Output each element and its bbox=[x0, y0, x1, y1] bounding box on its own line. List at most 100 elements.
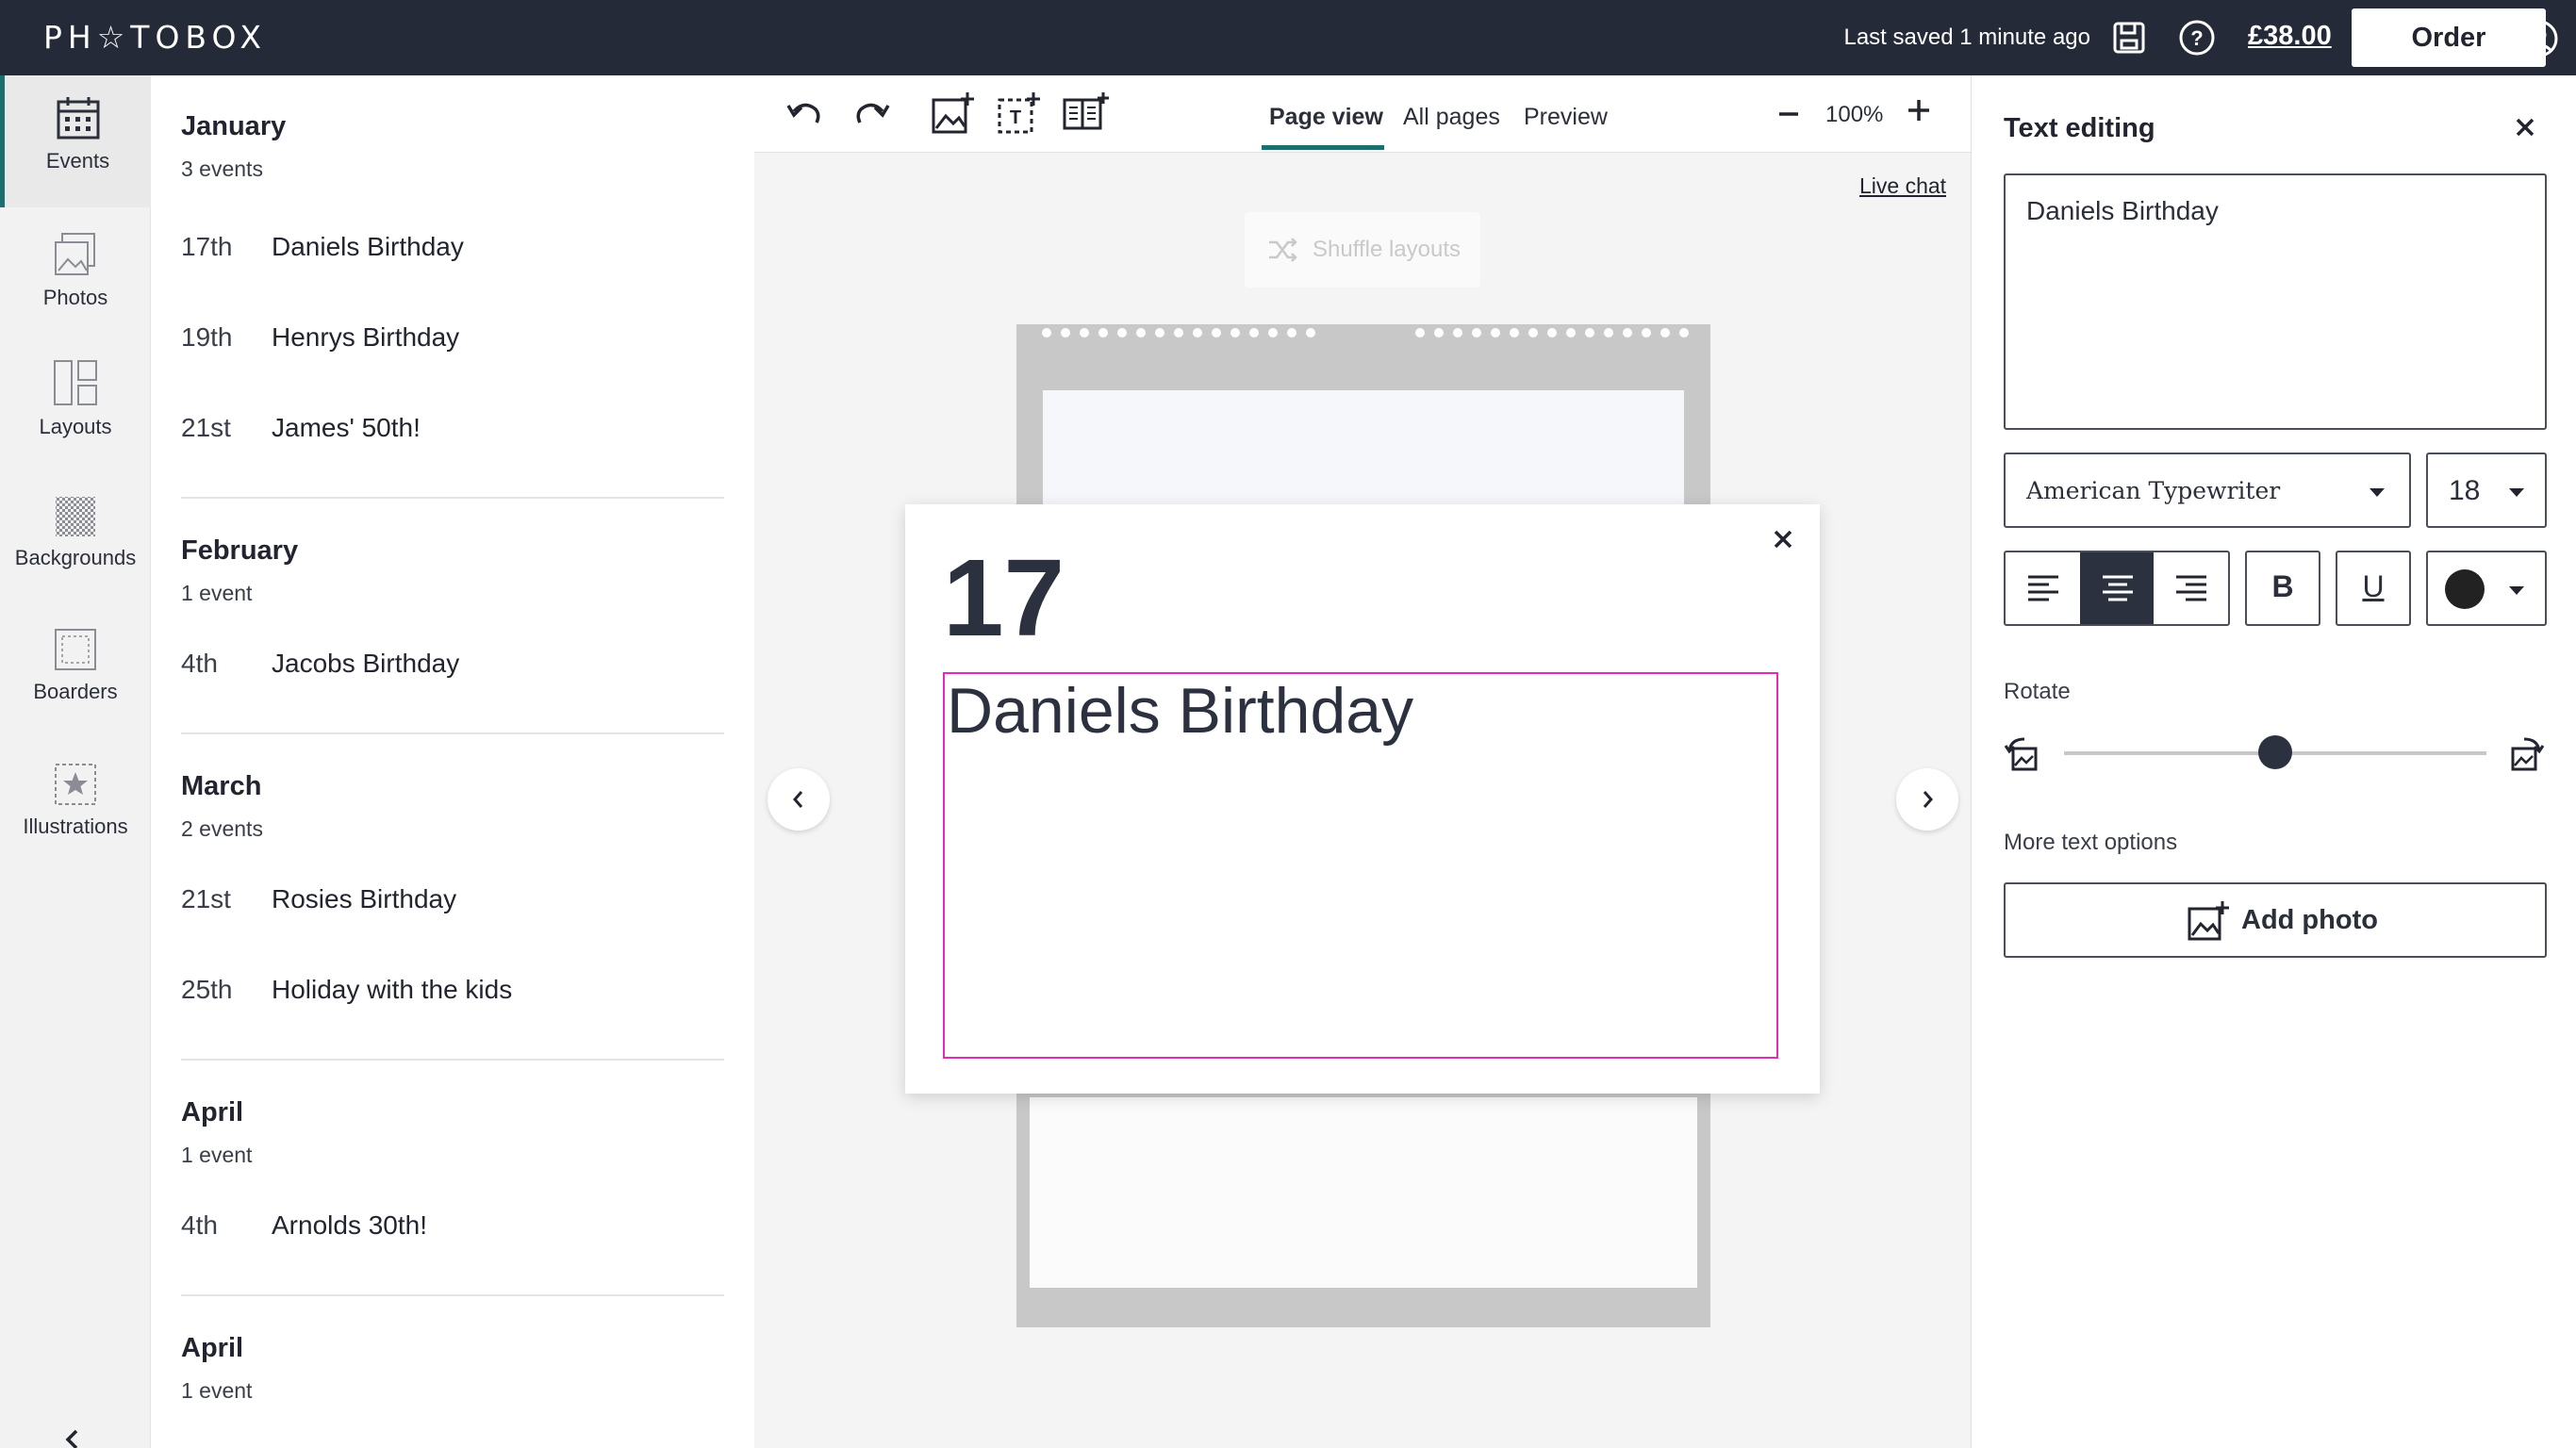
align-right-icon bbox=[2176, 575, 2207, 601]
rail-item-events[interactable]: Events bbox=[0, 75, 151, 207]
chevron-right-icon bbox=[1923, 791, 1933, 808]
rail-label: Boarders bbox=[33, 680, 118, 703]
more-text-options-link[interactable]: More text options bbox=[2004, 830, 2177, 856]
month-heading: April bbox=[181, 1097, 244, 1127]
add-page-icon[interactable] bbox=[1062, 90, 1111, 136]
alignment-group bbox=[2004, 551, 2230, 626]
shuffle-label: Shuffle layouts bbox=[1313, 237, 1461, 262]
top-bar: PH☆TOBOX Last saved 1 minute ago ? £38.0… bbox=[0, 0, 2576, 75]
month-heading: February bbox=[181, 535, 299, 566]
rotate-slider-handle[interactable] bbox=[2258, 735, 2292, 769]
rail-item-backgrounds[interactable]: Backgrounds bbox=[0, 476, 151, 608]
align-center-button[interactable] bbox=[2079, 552, 2155, 624]
event-name[interactable]: Daniels Birthday bbox=[272, 232, 464, 262]
bold-button[interactable]: B bbox=[2245, 551, 2320, 626]
event-name[interactable]: Henrys Birthday bbox=[272, 322, 459, 353]
chevron-left-icon bbox=[793, 791, 803, 808]
backgrounds-icon bbox=[56, 497, 95, 536]
event-text: Daniels Birthday bbox=[947, 675, 1414, 747]
tab-page-view[interactable]: Page view bbox=[1269, 104, 1383, 131]
photos-icon bbox=[55, 233, 95, 275]
event-name[interactable]: Holiday with the kids bbox=[272, 975, 512, 1005]
event-name[interactable]: Arnolds 30th! bbox=[272, 1210, 427, 1241]
shuffle-icon bbox=[1269, 238, 1297, 262]
divider bbox=[181, 497, 724, 499]
event-text-box[interactable]: Daniels Birthday bbox=[943, 672, 1778, 1059]
active-tab-indicator bbox=[1262, 145, 1384, 150]
rail-item-illustrations[interactable]: Illustrations bbox=[0, 743, 151, 875]
chevron-down-icon bbox=[2509, 586, 2524, 595]
next-page-button[interactable] bbox=[1896, 768, 1958, 831]
rotate-left-icon[interactable] bbox=[2004, 733, 2043, 773]
editor-toolbar: T Page view All pages Preview 100% bbox=[754, 75, 1971, 153]
event-date[interactable]: 25th bbox=[181, 975, 233, 1005]
event-name[interactable]: Jacobs Birthday bbox=[272, 649, 459, 679]
order-button[interactable]: Order bbox=[2352, 8, 2546, 67]
chevron-down-icon bbox=[2370, 488, 2385, 497]
underline-button[interactable]: U bbox=[2336, 551, 2411, 626]
close-icon[interactable] bbox=[2513, 115, 2537, 140]
event-count: 3 events bbox=[181, 156, 263, 181]
close-icon[interactable] bbox=[1771, 527, 1795, 551]
event-date[interactable]: 21st bbox=[181, 884, 231, 914]
rail-item-photos[interactable]: Photos bbox=[0, 212, 151, 344]
add-text-box-icon[interactable]: T bbox=[996, 90, 1041, 136]
rail-label: Backgrounds bbox=[14, 546, 137, 569]
rail-label: Photos bbox=[42, 286, 108, 309]
event-date[interactable]: 19th bbox=[181, 322, 233, 353]
font-family-value: American Typewriter bbox=[2026, 477, 2281, 504]
divider bbox=[181, 1294, 724, 1296]
divider bbox=[181, 1059, 724, 1061]
photobox-logo[interactable]: PH☆TOBOX bbox=[43, 19, 267, 56]
calendar-photo-slot[interactable] bbox=[1043, 390, 1684, 522]
event-day-number: 17 bbox=[943, 536, 1065, 659]
font-size-value: 18 bbox=[2449, 475, 2481, 506]
previous-page-button[interactable] bbox=[768, 768, 830, 831]
collapse-panel-icon[interactable] bbox=[58, 1425, 87, 1448]
event-name[interactable]: Rosies Birthday bbox=[272, 884, 456, 914]
zoom-out-icon[interactable] bbox=[1775, 100, 1803, 128]
event-date[interactable]: 17th bbox=[181, 232, 233, 262]
rail-item-borders[interactable]: Boarders bbox=[0, 608, 151, 740]
redo-icon[interactable] bbox=[852, 96, 892, 134]
zoom-level: 100% bbox=[1825, 102, 1884, 127]
event-text-popup: 17 Daniels Birthday bbox=[905, 504, 1820, 1094]
align-right-button[interactable] bbox=[2154, 552, 2228, 624]
undo-icon[interactable] bbox=[784, 96, 824, 134]
font-size-select[interactable]: 18 bbox=[2426, 452, 2547, 528]
add-photo-icon bbox=[2188, 901, 2229, 941]
divider bbox=[181, 732, 724, 734]
rail-item-layouts[interactable]: Layouts bbox=[0, 339, 151, 471]
event-date[interactable]: 4th bbox=[181, 649, 218, 679]
text-color-button[interactable] bbox=[2426, 551, 2547, 626]
tab-preview[interactable]: Preview bbox=[1524, 104, 1608, 131]
event-date[interactable]: 21st bbox=[181, 413, 231, 443]
rail-label: Events bbox=[45, 149, 110, 173]
zoom-in-icon[interactable] bbox=[1905, 96, 1933, 124]
borders-icon bbox=[55, 629, 96, 670]
event-name[interactable]: James' 50th! bbox=[272, 413, 421, 443]
calendar-icon bbox=[57, 97, 99, 140]
live-chat-link[interactable]: Live chat bbox=[1859, 173, 1946, 199]
align-left-button[interactable] bbox=[2006, 552, 2080, 624]
event-date[interactable]: 4th bbox=[181, 1210, 218, 1241]
panel-title: Text editing bbox=[2004, 113, 2155, 143]
rail-label: Illustrations bbox=[23, 814, 128, 838]
event-count: 1 event bbox=[181, 581, 253, 605]
help-icon[interactable]: ? bbox=[2178, 19, 2216, 57]
event-count: 1 event bbox=[181, 1143, 253, 1167]
save-icon[interactable] bbox=[2110, 19, 2148, 57]
account-icon[interactable] bbox=[2519, 19, 2559, 58]
tool-rail: Events Photos Layouts Backgrounds Boarde… bbox=[0, 75, 151, 1448]
svg-text:?: ? bbox=[2190, 26, 2203, 50]
tab-all-pages[interactable]: All pages bbox=[1403, 104, 1500, 131]
text-color-swatch bbox=[2445, 569, 2485, 609]
rotate-right-icon[interactable] bbox=[2505, 733, 2545, 773]
add-image-icon[interactable] bbox=[930, 90, 975, 136]
font-family-select[interactable]: American Typewriter bbox=[2004, 452, 2411, 528]
shuffle-layouts-button[interactable]: Shuffle layouts bbox=[1245, 212, 1480, 288]
add-photo-button[interactable]: Add photo bbox=[2004, 882, 2547, 958]
event-count: 2 events bbox=[181, 816, 263, 841]
text-input[interactable]: Daniels Birthday bbox=[2004, 173, 2547, 430]
basket-price[interactable]: £38.00 bbox=[2248, 21, 2332, 52]
